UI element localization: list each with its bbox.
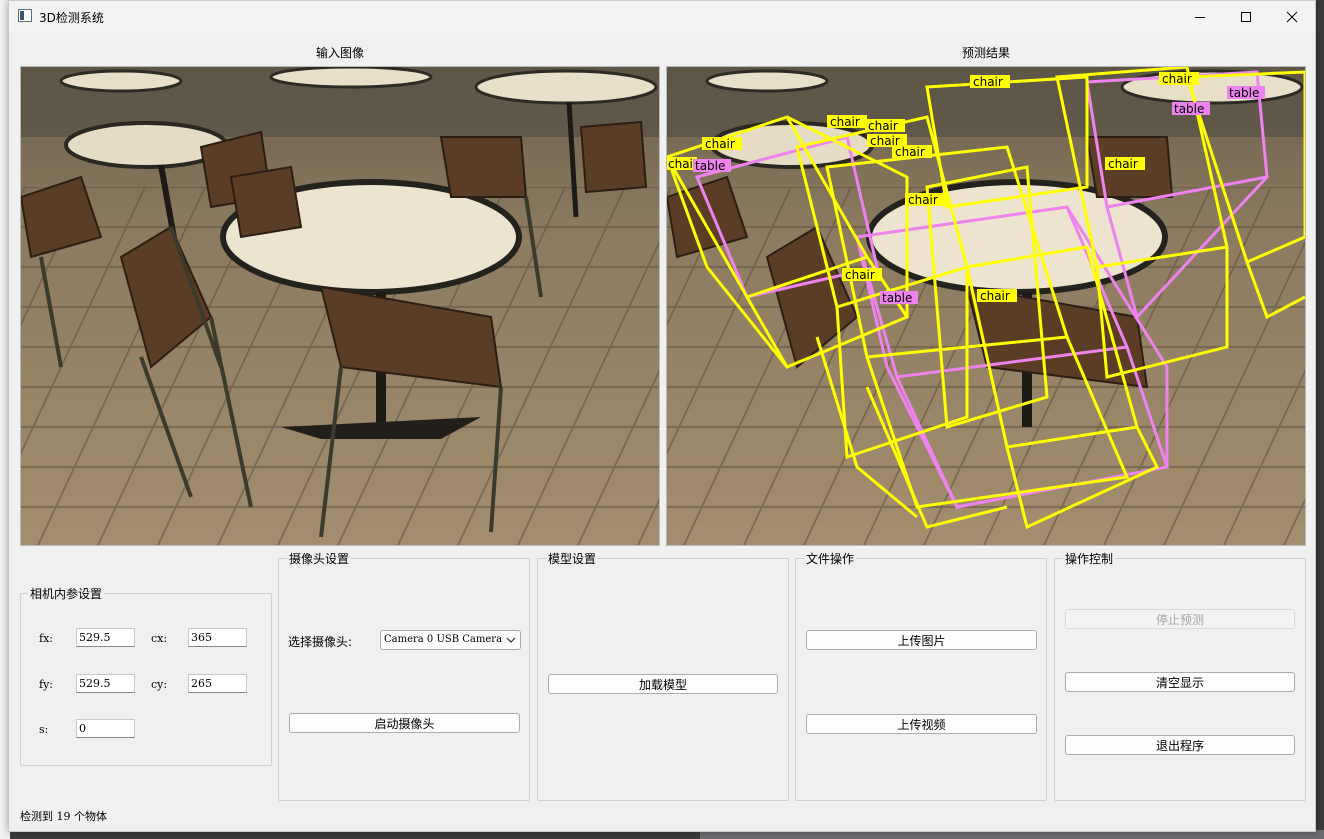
detection-label: chair (865, 119, 905, 133)
detection-label: chair (827, 115, 867, 129)
load-model-button[interactable]: 加载模型 (548, 674, 778, 694)
svg-text:table: table (695, 159, 725, 173)
svg-text:table: table (1174, 102, 1204, 116)
detection-label: chair (970, 75, 1010, 89)
svg-text:chair: chair (973, 75, 1003, 89)
file-operations-group (795, 558, 1047, 801)
input-image-caption: 输入图像 (315, 46, 364, 60)
close-button[interactable] (1269, 1, 1315, 32)
close-icon (1286, 11, 1298, 22)
cy-label: cy: (151, 678, 168, 691)
chevron-down-icon (506, 637, 516, 643)
upload-video-button[interactable]: 上传视频 (806, 714, 1037, 734)
result-image-caption: 预测结果 (961, 46, 1010, 60)
svg-text:chair: chair (868, 119, 898, 133)
title-bar[interactable]: 3D检测系统 (9, 1, 1315, 32)
cx-input[interactable]: 365 (188, 628, 247, 647)
start-camera-button[interactable]: 启动摄像头 (289, 713, 520, 733)
camera-select-value: Camera 0 USB Camera (384, 634, 503, 645)
maximize-icon (1241, 11, 1251, 22)
input-image-view (20, 66, 660, 546)
svg-text:table: table (1229, 86, 1259, 100)
result-image: chair chair chair chair chair chair chai… (667, 67, 1305, 545)
fy-label: fy: (39, 678, 53, 691)
detection-label: chair (905, 193, 945, 207)
input-image (21, 67, 659, 545)
detection-label: chair (842, 268, 882, 282)
detection-label: table (1227, 86, 1265, 100)
stop-prediction-button[interactable]: 停止预测 (1065, 609, 1295, 629)
svg-text:chair: chair (895, 145, 925, 159)
svg-text:chair: chair (1108, 157, 1138, 171)
clear-display-button[interactable]: 清空显示 (1065, 672, 1295, 692)
cx-label: cx: (151, 632, 168, 645)
camera-select-label: 选择摄像头: (288, 635, 353, 649)
file-operations-title: 文件操作 (804, 550, 857, 567)
detection-label: chair (1159, 72, 1199, 86)
fx-input[interactable]: 529.5 (76, 628, 135, 647)
svg-text:chair: chair (705, 137, 735, 151)
detection-label: table (693, 159, 731, 173)
window-title: 3D检测系统 (39, 11, 104, 25)
svg-text:chair: chair (845, 268, 875, 282)
s-input[interactable]: 0 (76, 719, 135, 738)
camera-intrinsics-title: 相机内参设置 (28, 585, 105, 602)
minimize-icon (1195, 16, 1205, 18)
detection-label: chair (702, 137, 742, 151)
status-text: 检测到 19 个物体 (20, 810, 107, 823)
minimize-button[interactable] (1177, 1, 1223, 32)
detection-label: chair (977, 289, 1017, 303)
detection-label: chair (1105, 157, 1145, 171)
main-window: 3D检测系统 输入图像 预测结果 chair chair chair chair… (8, 0, 1316, 832)
svg-text:chair: chair (908, 193, 938, 207)
s-label: s: (39, 723, 49, 736)
app-icon (18, 9, 32, 22)
control-title: 操作控制 (1063, 550, 1116, 567)
exit-button[interactable]: 退出程序 (1065, 735, 1295, 755)
svg-text:chair: chair (980, 289, 1010, 303)
maximize-button[interactable] (1223, 1, 1269, 32)
detection-label: table (880, 291, 918, 305)
upload-image-button[interactable]: 上传图片 (806, 630, 1037, 650)
svg-text:table: table (882, 291, 912, 305)
detection-label: chair (892, 145, 932, 159)
model-settings-title: 模型设置 (546, 550, 599, 567)
result-image-view: chair chair chair chair chair chair chai… (666, 66, 1306, 546)
detection-label: table (1172, 102, 1210, 116)
camera-settings-title: 摄像头设置 (287, 550, 352, 567)
camera-select[interactable]: Camera 0 USB Camera (380, 630, 521, 650)
fx-label: fx: (39, 632, 53, 645)
svg-text:chair: chair (1162, 72, 1192, 86)
fy-input[interactable]: 529.5 (76, 674, 135, 693)
svg-text:chair: chair (830, 115, 860, 129)
cy-input[interactable]: 265 (188, 674, 247, 693)
camera-settings-group (278, 558, 530, 801)
